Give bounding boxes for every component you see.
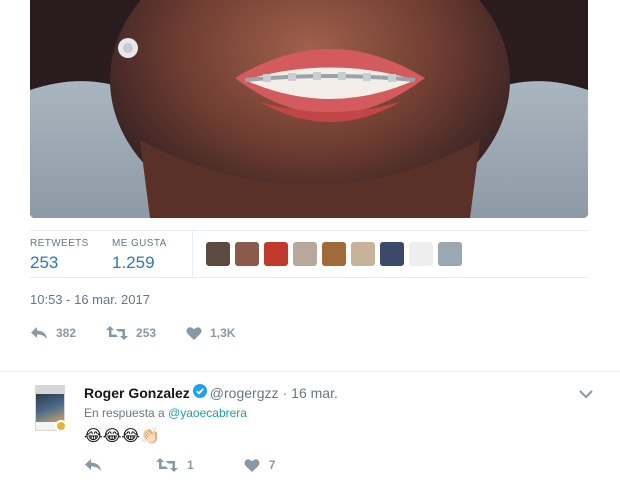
heart-icon [186, 326, 202, 340]
likes-value: 1.259 [112, 253, 155, 272]
likes-label: ME GUSTA [112, 238, 167, 249]
reply-author-name[interactable]: Roger Gonzalez [84, 385, 190, 401]
stats-divider-bottom [30, 277, 588, 278]
liker-avatar[interactable] [380, 242, 404, 266]
reply-like-count: 7 [268, 458, 276, 472]
reply-context-prefix: En respuesta a [84, 406, 165, 420]
reply-context-handle-link[interactable]: @yaoecabrera [168, 406, 247, 420]
retweet-count: 253 [136, 326, 157, 340]
liker-avatar[interactable] [206, 242, 230, 266]
retweet-button[interactable]: 253 [106, 322, 156, 344]
reply-actions: 1 7 [84, 456, 275, 474]
header-separator: · [282, 384, 288, 401]
tweet-photo-image [30, 0, 588, 218]
retweets-value: 253 [30, 253, 59, 272]
reply-context: En respuesta a @yaoecabrera [84, 406, 247, 420]
retweets-stat[interactable]: RETWEETS 253 [30, 238, 89, 273]
retweet-icon [156, 458, 178, 472]
liker-avatar[interactable] [409, 242, 433, 266]
more-options-button[interactable] [579, 386, 593, 404]
reply-count: 382 [56, 326, 77, 340]
reply-icon [31, 327, 47, 339]
reply-retweet-button[interactable]: 1 [156, 456, 194, 474]
tweet-stats: RETWEETS 253 ME GUSTA 1.259 [30, 231, 588, 277]
retweet-icon [106, 326, 129, 340]
reply-text: 😂😂😂👏🏻 [84, 426, 161, 445]
stats-separator [192, 231, 193, 277]
liker-avatars [206, 242, 462, 266]
reply-time[interactable]: 16 mar. [291, 385, 338, 401]
likes-stat[interactable]: ME GUSTA 1.259 [112, 238, 167, 273]
tweet-photo[interactable] [30, 0, 588, 218]
liker-avatar[interactable] [322, 242, 346, 266]
reply-icon [85, 459, 101, 471]
tweet-timestamp[interactable]: 10:53 - 16 mar. 2017 [30, 292, 150, 307]
chevron-down-icon [579, 390, 593, 399]
liker-avatar[interactable] [264, 242, 288, 266]
conversation-divider [0, 358, 620, 372]
avatar-book-cover [36, 394, 64, 422]
heart-icon [244, 458, 260, 472]
liker-avatar[interactable] [235, 242, 259, 266]
reply-retweet-count: 1 [187, 458, 194, 472]
liker-avatar-default[interactable] [438, 242, 462, 266]
tweet-actions: 382 253 1,3K [30, 322, 263, 344]
avatar-badge-icon [55, 420, 67, 432]
reply-reply-button[interactable] [84, 456, 102, 474]
verified-badge-icon [192, 384, 207, 401]
like-button[interactable]: 1,3K [186, 322, 235, 344]
reply-button[interactable]: 382 [30, 322, 76, 344]
reply-author-handle[interactable]: @rogergzz [210, 385, 279, 401]
reply-header: Roger Gonzalez @rogergzz · 16 mar. [84, 384, 338, 401]
reply-like-button[interactable]: 7 [244, 456, 276, 474]
liker-avatar[interactable] [293, 242, 317, 266]
avatar-book-top [36, 386, 64, 394]
liker-avatar[interactable] [351, 242, 375, 266]
retweets-label: RETWEETS [30, 238, 89, 249]
like-count: 1,3K [210, 326, 236, 340]
